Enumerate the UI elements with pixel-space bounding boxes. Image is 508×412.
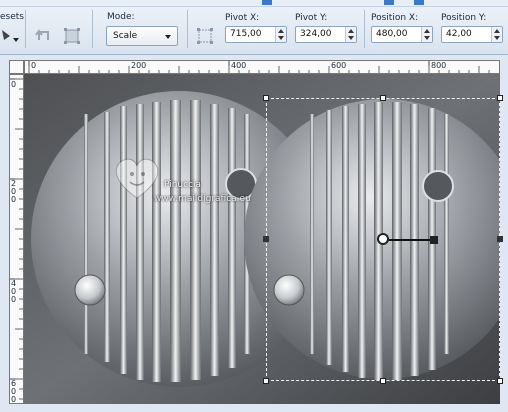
presets-dropdown[interactable] [0, 26, 20, 46]
pivot-point-handle[interactable] [377, 233, 389, 245]
position-y-label: Position Y: [441, 13, 487, 23]
presets-icon [2, 30, 19, 42]
resize-handle-bottom[interactable] [380, 378, 386, 384]
undo-arrow-icon [35, 29, 49, 40]
v-ruler-label: 0 [11, 80, 17, 89]
h-ruler-label: 0 [31, 61, 37, 70]
position-y-field[interactable]: 42,00 [441, 26, 503, 43]
position-x-field[interactable]: 480,00 [371, 26, 433, 43]
mode-dropdown[interactable]: Scale [106, 26, 178, 46]
resize-handle-top-right[interactable] [497, 95, 503, 101]
pivot-x-value: 715,00 [230, 29, 262, 39]
h-ruler-label: 400 [231, 61, 247, 70]
image-canvas[interactable]: Pinuccia www.maildigrafica.eu [24, 74, 508, 404]
toolbar-separator [92, 10, 93, 48]
h-ruler-label: 200 [131, 61, 147, 70]
resize-handle-left[interactable] [263, 236, 269, 242]
pivot-x-field[interactable]: 715,00 [225, 26, 287, 43]
mode-label: Mode: [107, 12, 135, 22]
h-ruler-label: 600 [331, 61, 347, 70]
resize-handle-bottom-left[interactable] [263, 378, 269, 384]
frame-icon [64, 28, 80, 44]
toolbar-separator [25, 10, 26, 48]
watermark-url: www.maildigrafica.eu [154, 194, 251, 204]
toolbar-top-strip [0, 0, 508, 7]
reset-button[interactable] [34, 26, 54, 46]
pivot-frame-icon [197, 28, 213, 44]
rotation-handle[interactable] [430, 236, 438, 244]
rotation-arm [383, 239, 433, 241]
mode-value: Scale [113, 31, 138, 41]
resize-handle-bottom-right[interactable] [497, 378, 503, 384]
toolbar-top-icon[interactable] [384, 0, 394, 5]
vertical-ruler-ticks [10, 78, 23, 400]
chevron-down-icon [165, 35, 171, 39]
position-x-value: 480,00 [376, 29, 408, 39]
pivot-y-label: Pivot Y: [295, 13, 328, 23]
watermark-name: Pinuccia [164, 180, 202, 190]
fit-selection-button[interactable] [62, 26, 82, 46]
resize-handle-top[interactable] [380, 95, 386, 101]
v-ruler-label: 600 [11, 379, 17, 404]
position-y-spinner[interactable] [491, 27, 502, 42]
toolbar-top-icon[interactable] [414, 0, 424, 5]
pivot-y-spinner[interactable] [345, 27, 356, 42]
vertical-ruler: 0 200 400 600 [9, 74, 24, 404]
resize-handle-top-left[interactable] [263, 95, 269, 101]
pivot-reset-button[interactable] [195, 26, 215, 46]
horizontal-ruler: 0 200 400 600 800 [24, 60, 500, 74]
v-ruler-label: 200 [11, 179, 17, 204]
tool-options-toolbar: esets: Mode: Scale Pivot X: 715,00 Pivot… [0, 0, 508, 55]
toolbar-top-icon[interactable] [262, 0, 272, 5]
pivot-y-value: 324,00 [300, 29, 332, 39]
toolbar-separator [364, 10, 365, 48]
presets-label: esets: [0, 12, 28, 22]
pivot-x-spinner[interactable] [275, 27, 286, 42]
position-y-value: 42,00 [446, 29, 472, 39]
toolbar-separator [187, 10, 188, 48]
pivot-y-field[interactable]: 324,00 [295, 26, 357, 43]
resize-handle-right[interactable] [497, 236, 503, 242]
position-x-spinner[interactable] [421, 27, 432, 42]
pivot-x-label: Pivot X: [225, 13, 260, 23]
horizontal-ruler-ticks [28, 61, 490, 73]
h-ruler-label: 800 [431, 61, 447, 70]
v-ruler-label: 400 [11, 279, 17, 304]
ruler-corner [9, 60, 24, 74]
position-x-label: Position X: [371, 13, 419, 23]
